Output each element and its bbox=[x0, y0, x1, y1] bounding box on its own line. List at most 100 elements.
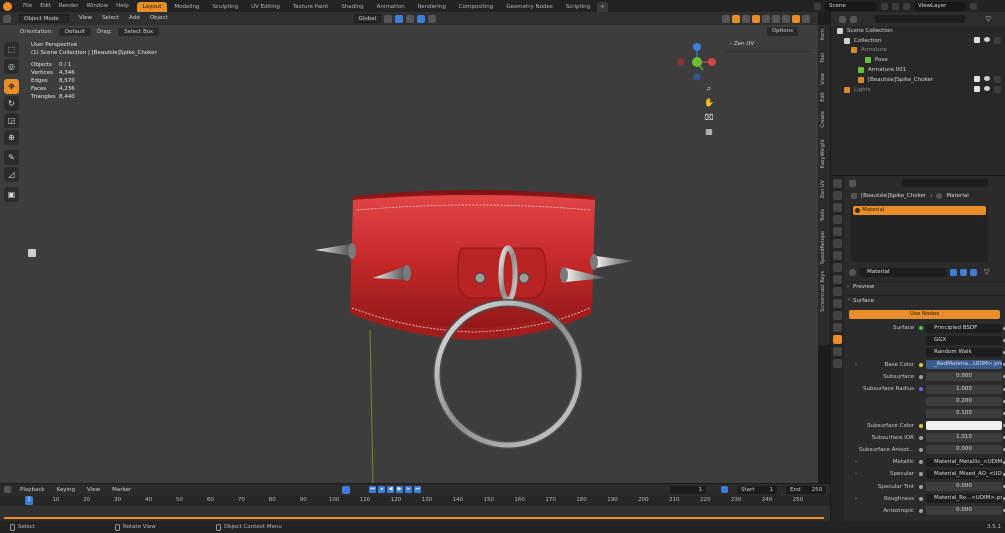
add-workspace-button[interactable]: + bbox=[597, 2, 608, 12]
property-value-field[interactable]: Random Walk bbox=[926, 347, 1002, 357]
new-scene-icon[interactable] bbox=[881, 2, 888, 10]
start-frame-field[interactable]: Start 1 bbox=[737, 485, 778, 494]
delete-scene-icon[interactable] bbox=[892, 2, 899, 10]
properties-tab-icon[interactable] bbox=[833, 359, 842, 368]
expand-arrow-icon[interactable]: › bbox=[855, 459, 857, 465]
exclude-checkbox[interactable] bbox=[974, 86, 980, 93]
properties-tab-icon[interactable] bbox=[833, 323, 842, 332]
expand-arrow-icon[interactable]: › bbox=[855, 471, 857, 477]
socket-icon[interactable] bbox=[919, 326, 923, 331]
use-nodes-button[interactable]: Use Nodes bbox=[849, 310, 1000, 319]
socket-icon[interactable] bbox=[919, 374, 923, 379]
tab-shading[interactable]: Shading bbox=[335, 2, 369, 12]
exclude-checkbox[interactable] bbox=[974, 76, 980, 83]
outliner-row[interactable]: [Beautsle]Spike_Choker bbox=[831, 75, 1005, 85]
properties-tab-icon[interactable] bbox=[833, 287, 842, 296]
ortho-grid-icon[interactable]: ▦ bbox=[704, 127, 714, 137]
tab-sculpting[interactable]: Sculpting bbox=[206, 2, 244, 12]
property-value-field[interactable] bbox=[926, 421, 1002, 431]
properties-tab-icon[interactable] bbox=[833, 251, 842, 260]
current-frame-field[interactable]: 1 bbox=[670, 485, 707, 494]
properties-search-input[interactable] bbox=[902, 179, 988, 187]
timeline-ruler[interactable]: 10 20 30 40 50 60 70 80 90 100 110 120 130 140 150 160 1… bbox=[0, 496, 830, 505]
property-value-field[interactable]: 0.100 bbox=[926, 408, 1002, 418]
property-value-field[interactable]: 1.010 bbox=[926, 433, 1002, 443]
tab-animation[interactable]: Animation bbox=[371, 2, 411, 12]
socket-icon[interactable] bbox=[919, 447, 923, 452]
tab-layout[interactable]: Layout bbox=[136, 2, 168, 12]
outliner-editor-icon[interactable] bbox=[839, 15, 846, 23]
properties-editor-icon[interactable] bbox=[849, 179, 856, 187]
property-value-field[interactable]: 0.200 bbox=[926, 396, 1002, 406]
outliner-row[interactable]: Armature bbox=[831, 46, 1005, 56]
socket-icon[interactable] bbox=[919, 484, 923, 489]
preview-panel-header[interactable]: Preview bbox=[845, 281, 1005, 293]
eye-icon[interactable] bbox=[984, 86, 990, 92]
surface-panel-header[interactable]: Surface bbox=[845, 294, 1005, 306]
jump-end-icon[interactable]: ⏭ bbox=[414, 486, 422, 493]
exclude-checkbox[interactable] bbox=[974, 37, 980, 44]
menu-edit[interactable]: Edit bbox=[36, 3, 55, 9]
sidebar-tab-edit[interactable]: Edit bbox=[820, 92, 826, 102]
properties-tab-icon[interactable] bbox=[833, 275, 842, 284]
camera-render-icon[interactable] bbox=[994, 37, 1001, 45]
camera-render-icon[interactable] bbox=[994, 86, 1001, 94]
properties-tab-icon[interactable] bbox=[833, 347, 842, 356]
expand-arrow-icon[interactable]: › bbox=[855, 362, 857, 368]
timeline-menu-marker[interactable]: Marker bbox=[112, 487, 131, 493]
sidebar-tab-easyweight[interactable]: EasyWeight bbox=[820, 139, 826, 168]
material-slot-list[interactable]: Material bbox=[851, 206, 988, 262]
pan-hand-icon[interactable]: ✋ bbox=[704, 98, 714, 108]
socket-icon[interactable] bbox=[919, 435, 923, 440]
tab-uv-editing[interactable]: UV Editing bbox=[245, 2, 286, 12]
next-keyframe-icon[interactable]: ▸ bbox=[405, 486, 413, 493]
new-view-layer-icon[interactable] bbox=[970, 2, 977, 10]
property-value-field[interactable]: Material_Metallic_<UDIM... bbox=[926, 457, 1002, 467]
3d-viewport[interactable]: Object Mode View Select Add Object Global O… bbox=[0, 12, 818, 483]
auto-key-icon[interactable] bbox=[342, 485, 351, 494]
properties-tab-icon[interactable] bbox=[833, 263, 842, 272]
display-mode-icon[interactable] bbox=[850, 15, 857, 23]
timeline-editor-type-icon[interactable] bbox=[4, 486, 11, 493]
duplicate-material-icon[interactable] bbox=[960, 268, 967, 276]
camera-render-icon[interactable] bbox=[994, 76, 1001, 84]
material-slot-item[interactable]: Material bbox=[853, 206, 986, 215]
navigation-gizmo[interactable] bbox=[672, 42, 722, 94]
socket-icon[interactable] bbox=[919, 387, 923, 392]
outliner-search-input[interactable] bbox=[875, 15, 965, 23]
sidebar-tab-tools[interactable]: Tools bbox=[820, 209, 826, 221]
socket-icon[interactable] bbox=[919, 508, 923, 513]
sidebar-tab-create[interactable]: Create bbox=[820, 111, 826, 128]
menu-window[interactable]: Window bbox=[82, 3, 112, 9]
socket-icon[interactable] bbox=[919, 423, 923, 428]
fake-user-icon[interactable] bbox=[950, 268, 957, 276]
socket-icon[interactable] bbox=[919, 362, 923, 367]
timeline-menu-keying[interactable]: Keying bbox=[57, 487, 75, 493]
scene-icon[interactable] bbox=[814, 2, 821, 10]
expand-arrow-icon[interactable]: › bbox=[855, 496, 857, 502]
browse-material-icon[interactable] bbox=[849, 268, 856, 276]
property-value-field[interactable]: _RedMateria...UDIM>.png bbox=[926, 360, 1002, 370]
properties-tab-icon[interactable] bbox=[833, 311, 842, 320]
sidebar-tab-speedretopo[interactable]: SpeedRetopo bbox=[820, 231, 826, 264]
play-reverse-icon[interactable]: ◀ bbox=[387, 486, 395, 493]
sidebar-tab-zen-uv[interactable]: Zen UV bbox=[820, 180, 826, 198]
property-value-field[interactable]: Material_Ro...<UDIM>.png bbox=[926, 494, 1002, 504]
properties-tab-icon[interactable] bbox=[833, 299, 842, 308]
tab-compositing[interactable]: Compositing bbox=[453, 2, 499, 12]
blender-logo-icon[interactable] bbox=[3, 1, 12, 11]
socket-icon[interactable] bbox=[919, 460, 923, 465]
unlink-material-icon[interactable] bbox=[970, 268, 977, 276]
playhead[interactable]: 1 bbox=[25, 496, 33, 505]
properties-tab-icon[interactable] bbox=[833, 215, 842, 224]
timeline-menu-view[interactable]: View bbox=[87, 487, 100, 493]
filter-icon[interactable]: ▽ bbox=[986, 15, 991, 23]
sidebar-tab-view[interactable]: View bbox=[820, 73, 826, 85]
socket-icon[interactable] bbox=[919, 472, 923, 477]
eye-icon[interactable] bbox=[984, 37, 990, 43]
prev-keyframe-icon[interactable]: ◂ bbox=[378, 486, 386, 493]
tab-modeling[interactable]: Modeling bbox=[168, 2, 205, 12]
view-layer-field[interactable]: ViewLayer bbox=[914, 1, 966, 11]
outliner-row[interactable]: Scene Collection bbox=[831, 26, 1005, 36]
tab-geometry-nodes[interactable]: Geometry Nodes bbox=[500, 2, 558, 12]
